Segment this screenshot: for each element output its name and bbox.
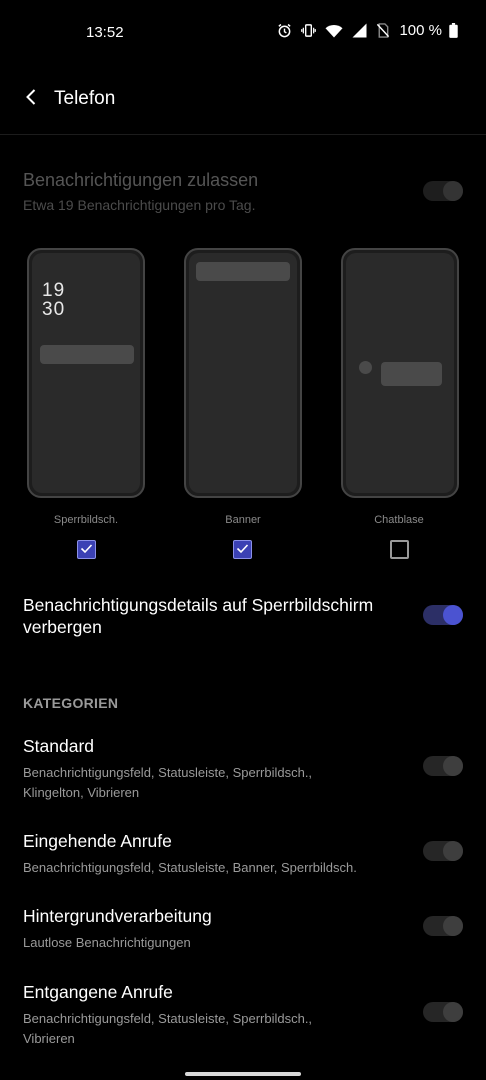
category-incoming-calls[interactable]: Eingehende Anrufe Benachrichtigungsfeld,… <box>23 831 403 878</box>
check-icon <box>236 541 249 559</box>
lockscreen-clock: 19 30 <box>42 280 66 320</box>
banner-checkbox[interactable] <box>233 540 252 559</box>
banner-notification-placeholder <box>196 262 290 281</box>
hide-details-label[interactable]: Benachrichtigungsdetails auf Sperrbildsc… <box>23 594 413 638</box>
category-subtitle: Benachrichtigungsfeld, Statusleiste, Spe… <box>23 765 313 800</box>
category-title: Hintergrundverarbeitung <box>23 906 212 926</box>
hide-details-toggle[interactable] <box>423 605 463 625</box>
category-standard-toggle[interactable] <box>423 756 463 776</box>
lockscreen-checkbox[interactable] <box>77 540 96 559</box>
category-subtitle: Benachrichtigungsfeld, Statusleiste, Spe… <box>23 1011 313 1046</box>
status-bar: 13:52 100 % <box>0 0 486 64</box>
allow-notifications-title: Benachrichtigungen zulassen <box>23 170 259 190</box>
battery-icon <box>449 23 458 38</box>
back-button[interactable] <box>16 84 46 114</box>
chat-bubble-preview[interactable] <box>341 248 459 498</box>
category-missed-calls[interactable]: Entgangene Anrufe Benachrichtigungsfeld,… <box>23 982 403 1049</box>
allow-notifications-toggle[interactable] <box>423 181 463 201</box>
chat-bubble-placeholder <box>381 362 442 386</box>
page-title: Telefon <box>54 88 116 109</box>
vibrate-icon <box>301 23 317 38</box>
gesture-navigation-handle[interactable] <box>185 1072 301 1076</box>
allow-notifications-subtitle: Etwa 19 Benachrichtigungen pro Tag. <box>23 197 256 213</box>
status-time: 13:52 <box>86 24 124 41</box>
lockscreen-label: Sperrbildsch. <box>53 514 119 526</box>
category-standard[interactable]: Standard Benachrichtigungsfeld, Statusle… <box>23 736 403 803</box>
signal-icon <box>352 23 367 38</box>
battery-percentage: 100 % <box>399 22 442 39</box>
category-background-processing-toggle[interactable] <box>423 916 463 936</box>
check-icon <box>80 541 93 559</box>
lockscreen-notification-placeholder <box>40 345 134 364</box>
app-bar: Telefon <box>0 72 486 128</box>
category-missed-calls-toggle[interactable] <box>423 1002 463 1022</box>
category-subtitle: Lautlose Benachrichtigungen <box>23 935 191 950</box>
no-sim-icon <box>376 23 390 38</box>
banner-label: Banner <box>225 514 261 526</box>
chevron-left-icon <box>24 88 38 111</box>
category-title: Standard <box>23 736 95 756</box>
category-title: Eingehende Anrufe <box>23 831 172 851</box>
allow-notifications-row[interactable]: Benachrichtigungen zulassen Etwa 19 Bena… <box>23 170 423 215</box>
category-incoming-calls-toggle[interactable] <box>423 841 463 861</box>
wifi-icon <box>325 24 343 38</box>
alarm-icon <box>277 23 292 38</box>
chat-bubble-dot <box>359 361 372 374</box>
category-background-processing[interactable]: Hintergrundverarbeitung Lautlose Benachr… <box>23 906 403 953</box>
lockscreen-preview[interactable]: 19 30 <box>27 248 145 498</box>
chat-bubble-checkbox[interactable] <box>390 540 409 559</box>
app-bar-divider <box>0 134 486 135</box>
banner-preview[interactable] <box>184 248 302 498</box>
chat-bubble-label: Chatblase <box>374 514 424 526</box>
category-subtitle: Benachrichtigungsfeld, Statusleiste, Ban… <box>23 860 357 875</box>
categories-header: KATEGORIEN <box>23 695 119 711</box>
category-title: Entgangene Anrufe <box>23 982 173 1002</box>
status-icons: 100 % <box>277 22 458 39</box>
